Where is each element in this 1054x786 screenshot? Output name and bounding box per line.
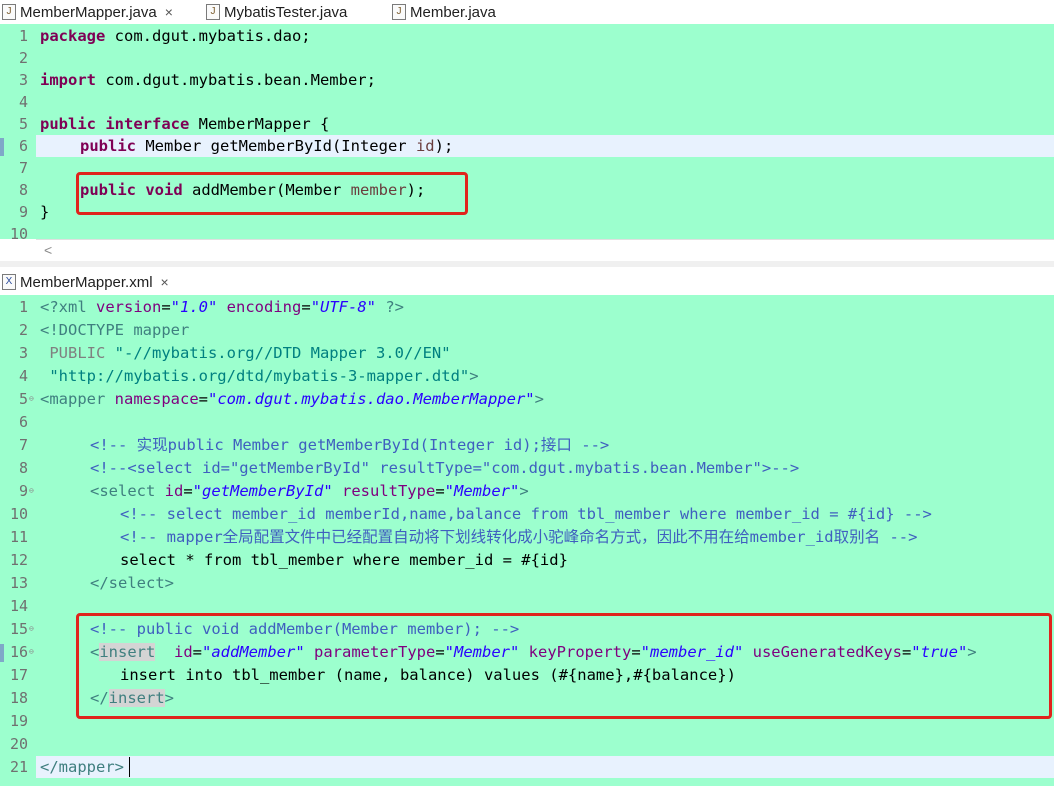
code-line: <!-- mapper全局配置文件中已经配置自动将下划线转化成小驼峰命名方式，因…	[120, 528, 918, 546]
line-number: 10	[9, 505, 28, 523]
line-number: 14	[9, 597, 28, 615]
line-number: 6	[18, 137, 28, 155]
code-line: <!--<select id="getMemberById" resultTyp…	[90, 459, 800, 477]
line-number: 15	[9, 620, 28, 638]
java-file-icon: J	[2, 4, 16, 20]
line-number: 10	[9, 225, 28, 239]
tab-member-java[interactable]: J Member.java	[392, 0, 496, 24]
code-line: <!-- 实现public Member getMemberById(Integ…	[90, 436, 610, 454]
code-line: <!-- select member_id memberId,name,bala…	[120, 505, 932, 523]
close-icon[interactable]: ×	[165, 4, 173, 20]
line-number: 9	[18, 482, 28, 500]
scroll-left-icon[interactable]: <	[44, 242, 52, 258]
line-number: 12	[9, 551, 28, 569]
fold-icon[interactable]: ⊖	[29, 480, 34, 502]
line-number: 11	[9, 528, 28, 546]
code-line: <?xml version="1.0" encoding="UTF-8" ?>	[40, 298, 405, 316]
line-number: 19	[9, 712, 28, 730]
tab-label: MemberMapper.java	[20, 3, 157, 21]
line-number: 18	[9, 689, 28, 707]
java-file-icon: J	[206, 4, 220, 20]
line-number: 6	[18, 413, 28, 431]
tab-membermapper-java[interactable]: J MemberMapper.java ×	[2, 0, 173, 24]
editor-separator	[0, 261, 1054, 267]
line-number: 4	[18, 93, 28, 111]
fold-icon[interactable]: ⊖	[29, 388, 34, 410]
line-number: 2	[18, 49, 28, 67]
line-number: 4	[18, 367, 28, 385]
tab-membermapper-xml[interactable]: X MemberMapper.xml ×	[2, 270, 169, 294]
horizontal-scrollbar[interactable]: <	[36, 239, 1054, 261]
code-line: import com.dgut.mybatis.bean.Member;	[40, 71, 376, 89]
code-line: </select>	[90, 574, 174, 592]
fold-icon[interactable]: ⊖	[29, 618, 34, 640]
line-number: 13	[9, 574, 28, 592]
line-number: 21	[9, 758, 28, 776]
line-number: 5	[18, 390, 28, 408]
line-number: 9	[18, 203, 28, 221]
line-number: 8	[18, 181, 28, 199]
xml-code-editor[interactable]: 1 2 3 4 5 ⊖ 6 7 8 9 ⊖ 10 11 12 13 14 15 …	[0, 295, 1054, 786]
highlight-box	[76, 172, 468, 215]
code-line: select * from tbl_member where member_id…	[120, 551, 568, 569]
close-icon[interactable]: ×	[161, 274, 169, 290]
code-line: <mapper namespace="com.dgut.mybatis.dao.…	[40, 390, 544, 408]
java-editor-tabbar: J MemberMapper.java × J MybatisTester.ja…	[0, 0, 1054, 24]
code-line: public Member getMemberById(Integer id);	[80, 137, 454, 155]
code-line: </mapper>	[40, 758, 124, 776]
highlight-box	[76, 613, 1052, 719]
java-code-editor[interactable]: 1 2 3 4 5 6 7 8 9 10 package com.dgut.my…	[0, 24, 1054, 239]
xml-file-icon: X	[2, 274, 16, 290]
code-line: <!DOCTYPE mapper	[40, 321, 190, 339]
code-line: package com.dgut.mybatis.dao;	[40, 27, 311, 45]
tab-label: MemberMapper.xml	[20, 273, 153, 291]
current-line-highlight	[36, 756, 1054, 778]
fold-icon[interactable]: ⊖	[29, 641, 34, 663]
text-cursor	[129, 757, 130, 777]
line-number: 8	[18, 459, 28, 477]
tab-label: MybatisTester.java	[224, 3, 348, 21]
line-number: 1	[18, 27, 28, 45]
code-line: "http://mybatis.org/dtd/mybatis-3-mapper…	[40, 367, 479, 385]
xml-editor-tabbar: X MemberMapper.xml ×	[0, 270, 1054, 294]
java-file-icon: J	[392, 4, 406, 20]
code-line: <select id="getMemberById" resultType="M…	[90, 482, 529, 500]
line-number: 5	[18, 115, 28, 133]
line-number: 16	[9, 643, 28, 661]
line-number: 17	[9, 666, 28, 684]
line-number: 20	[9, 735, 28, 753]
line-number: 7	[18, 436, 28, 454]
line-number: 2	[18, 321, 28, 339]
line-number: 3	[18, 344, 28, 362]
line-number: 7	[18, 159, 28, 177]
code-line: }	[40, 203, 50, 221]
tab-mybatistester-java[interactable]: J MybatisTester.java	[206, 0, 347, 24]
line-number: 3	[18, 71, 28, 89]
code-line: public interface MemberMapper {	[40, 115, 330, 133]
line-number: 1	[18, 298, 28, 316]
tab-label: Member.java	[410, 3, 496, 21]
code-line: PUBLIC "-//mybatis.org//DTD Mapper 3.0//…	[40, 344, 451, 362]
